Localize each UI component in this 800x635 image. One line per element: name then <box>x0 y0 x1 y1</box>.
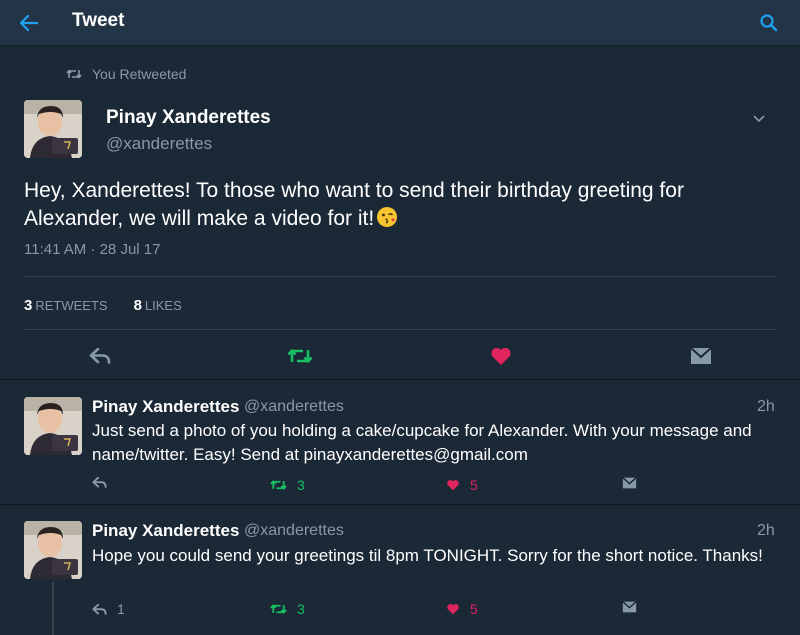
reply-icon <box>92 477 107 488</box>
direct-message-button[interactable] <box>622 601 637 613</box>
chevron-down-icon <box>753 115 765 123</box>
retweet-icon <box>287 349 313 363</box>
reply-author-handle[interactable]: @xanderettes <box>244 398 344 416</box>
app-bar: Tweet <box>0 0 800 46</box>
reply-icon <box>92 603 107 615</box>
author-name[interactable]: Pinay Xanderettes <box>106 107 271 129</box>
likes-count: 8 <box>133 297 142 314</box>
retweet-button[interactable] <box>283 342 317 370</box>
heart-icon <box>491 347 511 365</box>
retweet-button[interactable]: 3 <box>270 601 305 617</box>
divider <box>0 504 800 505</box>
tweet-text: Hey, Xanderettes! To those who want to s… <box>24 177 764 236</box>
reply-author-handle[interactable]: @xanderettes <box>244 522 344 540</box>
envelope-icon <box>622 477 637 489</box>
tweet-stats: 3 RETWEETS 8 LIKES <box>24 297 182 314</box>
retweets-count: 3 <box>24 297 33 314</box>
retweet-count: 3 <box>297 477 305 493</box>
avatar-image <box>24 100 82 158</box>
avatar-image <box>24 521 82 579</box>
thread-connector <box>52 582 54 635</box>
search-icon <box>760 14 778 32</box>
likes-stat[interactable]: 8 LIKES <box>134 297 182 314</box>
reply-button[interactable]: 1 <box>92 601 125 617</box>
reply-icon <box>89 348 111 364</box>
heart-icon <box>447 480 459 491</box>
arrow-left-icon <box>19 14 39 32</box>
retweets-stat[interactable]: 3 RETWEETS <box>24 297 108 314</box>
avatar[interactable] <box>24 521 82 579</box>
reply-time: 2h <box>757 522 775 539</box>
author-handle[interactable]: @xanderettes <box>106 134 212 154</box>
like-button[interactable] <box>486 342 516 370</box>
retweets-label: RETWEETS <box>35 298 108 313</box>
retweet-banner-label: You Retweeted <box>92 66 187 82</box>
like-count: 5 <box>470 477 478 493</box>
reply-author-name[interactable]: Pinay Xanderettes <box>92 397 239 417</box>
retweet-icon <box>66 69 82 79</box>
search-button[interactable] <box>752 6 786 40</box>
envelope-icon <box>622 601 637 613</box>
tweet-timestamp: 11:41 AM · 28 Jul 17 <box>24 241 161 258</box>
divider <box>24 276 776 277</box>
avatar[interactable] <box>24 397 82 455</box>
reply-count: 1 <box>117 601 125 617</box>
divider <box>24 329 776 330</box>
tweet-text-content: Hey, Xanderettes! To those who want to s… <box>24 179 684 230</box>
reply-time: 2h <box>757 398 775 415</box>
reply-text: Just send a photo of you holding a cake/… <box>92 421 752 464</box>
reply-author-name[interactable]: Pinay Xanderettes <box>92 521 239 541</box>
likes-label: LIKES <box>144 298 182 313</box>
like-count: 5 <box>470 601 478 617</box>
back-button[interactable] <box>12 6 46 40</box>
like-button[interactable]: 5 <box>446 601 478 617</box>
retweet-button[interactable]: 3 <box>270 477 305 493</box>
reply-button[interactable] <box>84 342 116 370</box>
direct-message-button[interactable] <box>686 342 716 370</box>
envelope-icon <box>690 347 712 364</box>
retweet-count: 3 <box>297 601 305 617</box>
retweet-icon <box>270 604 287 614</box>
reply-text: Hope you could send your greetings til 8… <box>92 546 763 565</box>
reply-button[interactable] <box>92 477 117 488</box>
avatar-image <box>24 397 82 455</box>
tweet-menu-button[interactable] <box>748 108 770 130</box>
like-button[interactable]: 5 <box>446 477 478 493</box>
winking-kiss-emoji <box>376 206 398 236</box>
page-title: Tweet <box>72 10 125 31</box>
retweet-banner: You Retweeted <box>66 65 186 83</box>
heart-icon <box>447 604 459 615</box>
avatar[interactable] <box>24 100 82 158</box>
divider <box>0 379 800 380</box>
direct-message-button[interactable] <box>622 477 637 489</box>
retweet-icon <box>270 480 287 490</box>
